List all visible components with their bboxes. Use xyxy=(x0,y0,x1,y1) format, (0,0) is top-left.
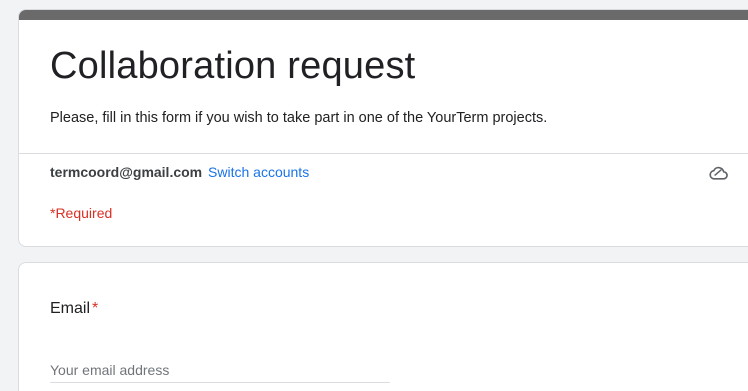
email-input[interactable] xyxy=(50,358,390,383)
switch-accounts-link[interactable]: Switch accounts xyxy=(208,164,309,180)
question-title-text: Email xyxy=(50,300,91,317)
account-row: termcoord@gmail.com Switch accounts xyxy=(50,162,309,182)
header-divider xyxy=(19,153,748,154)
form-header-card: Collaboration request Please, fill in th… xyxy=(18,9,748,247)
cloud-saved-icon[interactable] xyxy=(708,165,728,181)
form-description: Please, fill in this form if you wish to… xyxy=(50,110,548,126)
account-email: termcoord@gmail.com xyxy=(50,164,203,180)
required-note: *Required xyxy=(50,205,113,221)
header-accent-bar xyxy=(19,10,748,20)
question-card-email: Email * xyxy=(18,262,748,391)
question-title: Email * xyxy=(50,297,98,321)
form-title: Collaboration request xyxy=(50,45,416,87)
required-asterisk: * xyxy=(92,300,99,317)
form-page: Collaboration request Please, fill in th… xyxy=(0,0,748,391)
